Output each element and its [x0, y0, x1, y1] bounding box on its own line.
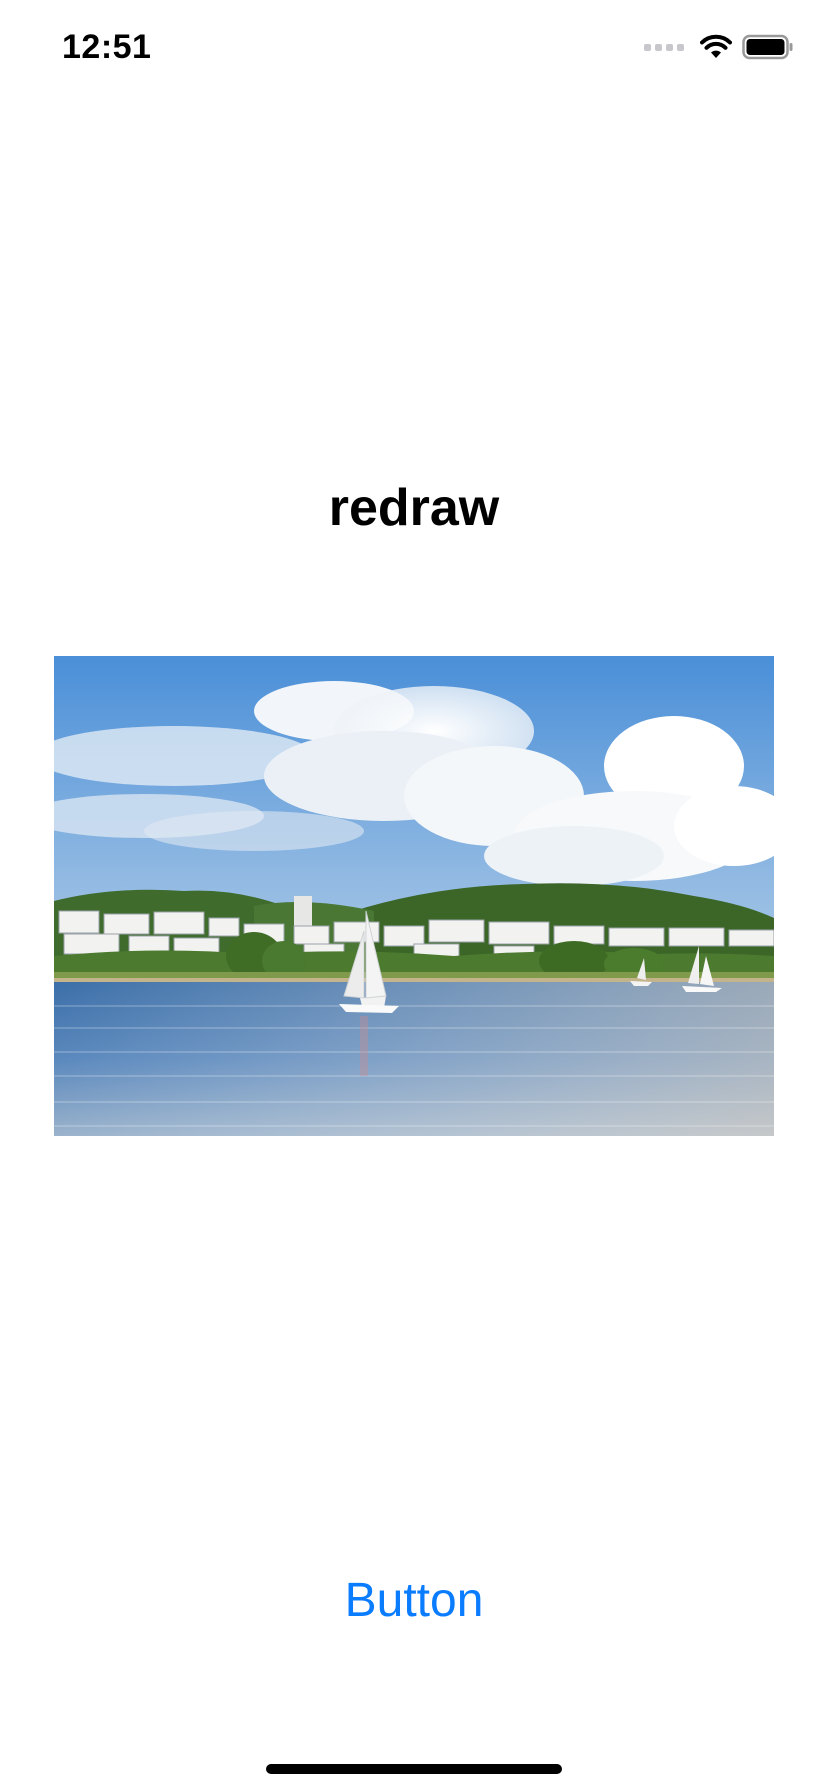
lake-photo: [54, 656, 774, 1136]
status-bar: 12:51: [0, 0, 828, 100]
cellular-signal-icon: [644, 43, 684, 51]
status-time: 12:51: [62, 28, 152, 66]
action-button[interactable]: Button: [0, 1572, 828, 1629]
home-indicator[interactable]: [266, 1764, 562, 1774]
battery-icon: [742, 34, 793, 60]
status-icons: [644, 34, 794, 60]
page-title: redraw: [328, 479, 500, 537]
wifi-icon: [700, 34, 732, 58]
